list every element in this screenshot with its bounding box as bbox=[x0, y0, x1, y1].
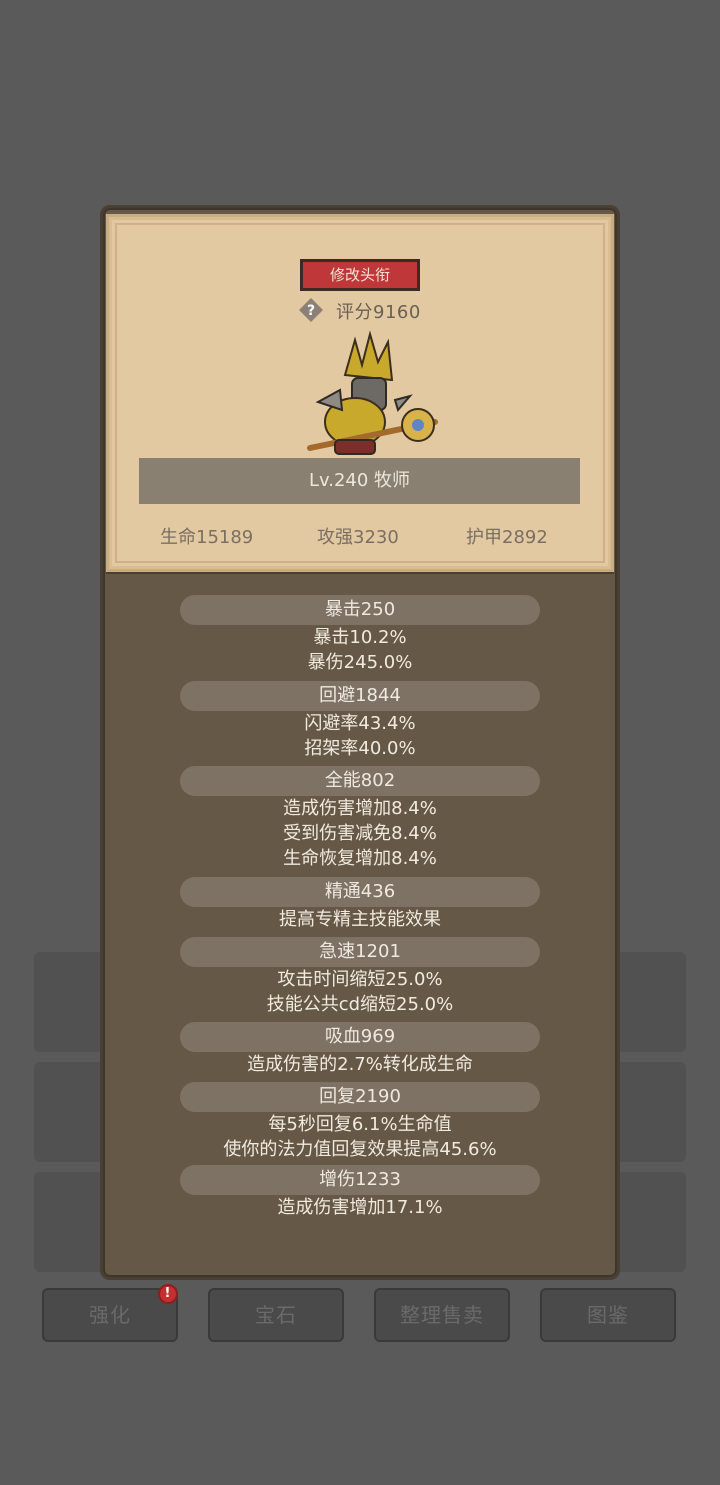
damage-increase-line: 造成伤害增加8.4% bbox=[283, 798, 437, 819]
versatility-group-head: 全能802 bbox=[180, 766, 540, 796]
gem-button[interactable]: 宝石 bbox=[208, 1288, 344, 1342]
hp-stat: 生命15189 bbox=[160, 527, 254, 548]
crit-group-head: 暴击250 bbox=[180, 595, 540, 625]
sort-sell-label: 整理售卖 bbox=[400, 1303, 484, 1327]
lifesteal-effect-line: 造成伤害的2.7%转化成生命 bbox=[247, 1054, 473, 1075]
dodge-rate-line: 闪避率43.4% bbox=[304, 713, 416, 734]
lifesteal-group-head: 吸血969 bbox=[180, 1022, 540, 1052]
parry-rate-line: 招架率40.0% bbox=[304, 738, 416, 759]
heal-increase-line: 生命恢复增加8.4% bbox=[283, 848, 437, 869]
haste-group-head: 急速1201 bbox=[180, 937, 540, 967]
mana-regen-line: 使你的法力值回复效果提高45.6% bbox=[223, 1139, 497, 1160]
gem-label: 宝石 bbox=[255, 1303, 297, 1327]
help-icon[interactable]: ? bbox=[298, 297, 324, 323]
attack-time-line: 攻击时间缩短25.0% bbox=[277, 969, 443, 990]
mastery-effect-line: 提高专精主技能效果 bbox=[279, 909, 441, 930]
armor-stat: 护甲2892 bbox=[466, 527, 548, 548]
mastery-group-head: 精通436 bbox=[180, 877, 540, 907]
codex-button[interactable]: 图鉴 bbox=[540, 1288, 676, 1342]
score-text: 评分9160 bbox=[336, 302, 421, 323]
change-title-button[interactable]: 修改头衔 bbox=[300, 259, 420, 291]
level-class-bar: Lv.240 牧师 bbox=[139, 458, 580, 504]
codex-label: 图鉴 bbox=[587, 1303, 629, 1327]
skill-cd-line: 技能公共cd缩短25.0% bbox=[266, 994, 454, 1015]
damage-reduction-line: 受到伤害减免8.4% bbox=[283, 823, 437, 844]
regen-group-head: 回复2190 bbox=[180, 1082, 540, 1112]
alert-icon: ! bbox=[158, 1284, 178, 1304]
damage-bonus-group-head: 增伤1233 bbox=[180, 1165, 540, 1195]
damage-bonus-line: 造成伤害增加17.1% bbox=[277, 1197, 443, 1218]
enhance-button[interactable]: 强化 ! bbox=[42, 1284, 178, 1342]
sort-sell-button[interactable]: 整理售卖 bbox=[374, 1288, 510, 1342]
hero-portrait bbox=[307, 330, 438, 455]
attack-stat: 攻强3230 bbox=[317, 527, 399, 548]
avoid-group-head: 回避1844 bbox=[180, 681, 540, 711]
svg-text:?: ? bbox=[307, 303, 315, 319]
enhance-label: 强化 bbox=[89, 1303, 131, 1327]
hp-regen-line: 每5秒回复6.1%生命值 bbox=[268, 1114, 452, 1135]
crit-damage-line: 暴伤245.0% bbox=[307, 652, 413, 673]
crit-rate-line: 暴击10.2% bbox=[313, 627, 407, 648]
